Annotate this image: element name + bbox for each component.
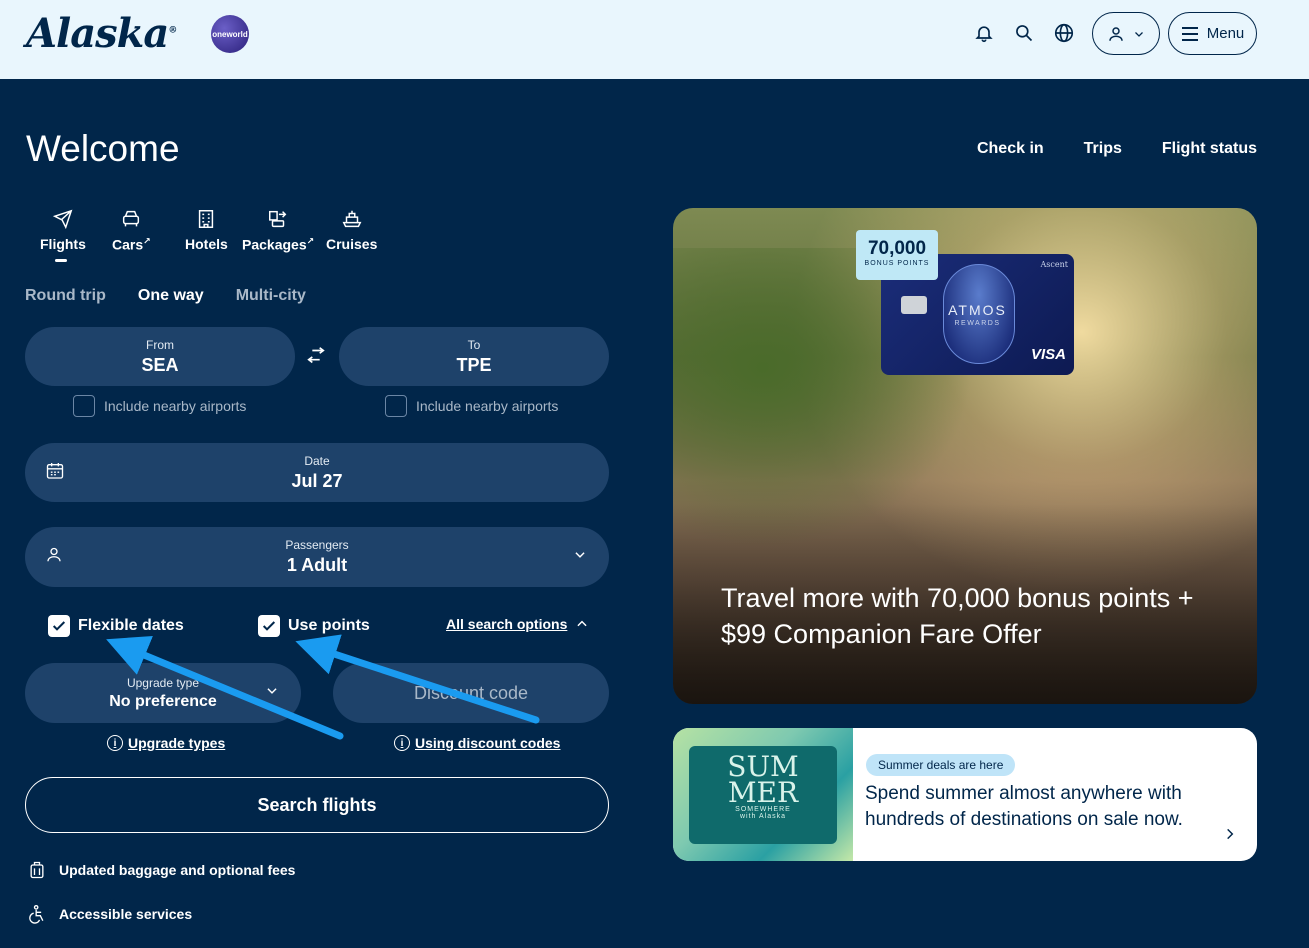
all-search-options-link[interactable]: All search options <box>446 616 589 632</box>
tab-cruises[interactable]: Cruises <box>326 208 377 252</box>
nearby-to-label: Include nearby airports <box>416 398 559 414</box>
use-points-label: Use points <box>288 617 370 634</box>
checkmark-icon[interactable] <box>258 615 280 637</box>
discount-codes-link[interactable]: i Using discount codes <box>394 735 560 751</box>
flexible-dates-checkbox[interactable]: Flexible dates <box>48 615 184 637</box>
calendar-icon <box>45 460 65 485</box>
oneworld-logo: oneworld <box>211 15 249 53</box>
card-rewards-text: REWARDS <box>954 320 1001 327</box>
to-value: TPE <box>456 354 492 375</box>
to-label: To <box>467 337 481 352</box>
chevron-down-icon <box>1135 31 1143 37</box>
discount-code-placeholder: Discount code <box>413 682 529 703</box>
checkmark-icon[interactable] <box>48 615 70 637</box>
nearby-from-label: Include nearby airports <box>104 398 247 414</box>
luggage-icon <box>30 861 44 879</box>
passengers-field[interactable]: Passengers 1 Adult <box>25 527 609 587</box>
globe-icon[interactable] <box>1051 20 1077 46</box>
trip-type-selector: Round trip One way Multi-city <box>25 287 306 305</box>
swap-airports-icon[interactable] <box>305 346 327 371</box>
user-icon <box>45 546 63 569</box>
from-field[interactable]: From SEA <box>25 327 295 386</box>
trip-type-oneway[interactable]: One way <box>138 287 204 305</box>
bonus-points-badge: 70,000 BONUS POINTS <box>856 230 938 280</box>
external-link-icon: ↗ <box>143 236 151 246</box>
quick-links: Check in Trips Flight status <box>977 140 1257 158</box>
trip-type-round[interactable]: Round trip <box>25 287 106 305</box>
promo-headline: Travel more with 70,000 bonus points + $… <box>721 583 1194 649</box>
accessibility-icon <box>29 905 44 924</box>
check-in-link[interactable]: Check in <box>977 140 1044 158</box>
deal-tag: Summer deals are here <box>866 754 1016 776</box>
menu-label: Menu <box>1206 25 1245 42</box>
baggage-fees-link[interactable]: Updated baggage and optional fees <box>27 859 295 881</box>
tab-hotels[interactable]: Hotels <box>185 208 228 252</box>
passengers-value: 1 Adult <box>286 555 348 575</box>
summer-deal-image: SUM MER SOMEWHERE with Alaska <box>673 728 853 861</box>
deal-text: Spend summer almost anywhere with hundre… <box>865 783 1183 830</box>
plane-icon <box>52 209 73 230</box>
search-flights-button[interactable]: Search flights <box>25 777 609 833</box>
date-field[interactable]: Date Jul 27 <box>25 443 609 502</box>
discount-code-input[interactable]: Discount code <box>333 663 609 723</box>
card-ascent-text: Ascent <box>1040 260 1068 269</box>
hamburger-icon <box>1181 26 1198 41</box>
date-label: Date <box>304 453 330 468</box>
chevron-right-icon[interactable] <box>1223 826 1237 847</box>
upgrade-type-select[interactable]: Upgrade type No preference <box>25 663 301 723</box>
upgrade-value: No preference <box>109 692 217 710</box>
alaska-logo[interactable]: Alaska® <box>26 10 177 57</box>
flight-status-link[interactable]: Flight status <box>1162 140 1257 158</box>
page-title: Welcome <box>26 128 180 169</box>
checkbox-box[interactable] <box>385 395 407 417</box>
active-tab-indicator <box>55 259 67 262</box>
trip-type-multi[interactable]: Multi-city <box>236 287 306 305</box>
user-icon <box>1109 26 1123 41</box>
summer-deal-card[interactable]: SUM MER SOMEWHERE with Alaska Summer dea… <box>673 728 1257 861</box>
card-atmos-text: ATMOS <box>948 302 1007 318</box>
info-icon: i <box>107 735 123 751</box>
nearby-to-checkbox[interactable]: Include nearby airports <box>385 395 558 417</box>
use-points-checkbox[interactable]: Use points <box>258 615 370 637</box>
chevron-up-icon <box>577 620 587 627</box>
flexible-dates-label: Flexible dates <box>78 617 184 634</box>
external-link-icon: ↗ <box>306 236 315 246</box>
date-value: Jul 27 <box>291 470 343 491</box>
top-header: Alaska® oneworld Menu <box>0 0 1309 79</box>
trips-link[interactable]: Trips <box>1084 140 1122 158</box>
account-button[interactable] <box>1092 12 1160 55</box>
accessible-services-link[interactable]: Accessible services <box>27 903 192 925</box>
chevron-down-icon <box>573 548 587 567</box>
passengers-label: Passengers <box>285 538 349 552</box>
promo-banner[interactable]: Ascent ATMOS REWARDS VISA 70,000 BONUS P… <box>673 208 1257 704</box>
upgrade-label: Upgrade type <box>126 675 200 690</box>
bell-icon[interactable] <box>971 20 997 46</box>
menu-button[interactable]: Menu <box>1168 12 1257 55</box>
car-icon <box>123 210 140 227</box>
packages-icon <box>269 210 287 228</box>
visa-logo: VISA <box>1030 346 1066 363</box>
from-label: From <box>146 337 174 352</box>
tab-packages[interactable]: Packages↗ <box>242 208 314 253</box>
from-value: SEA <box>141 354 179 375</box>
search-icon[interactable] <box>1011 20 1037 46</box>
info-icon: i <box>394 735 410 751</box>
tab-flights[interactable]: Flights <box>40 208 86 252</box>
chevron-down-icon <box>265 684 279 703</box>
hotel-icon <box>199 210 214 228</box>
nearby-from-checkbox[interactable]: Include nearby airports <box>73 395 246 417</box>
to-field[interactable]: To TPE <box>339 327 609 386</box>
tab-cars[interactable]: Cars↗ <box>112 208 151 253</box>
upgrade-types-link[interactable]: i Upgrade types <box>107 735 225 751</box>
ship-icon <box>342 210 362 228</box>
checkbox-box[interactable] <box>73 395 95 417</box>
